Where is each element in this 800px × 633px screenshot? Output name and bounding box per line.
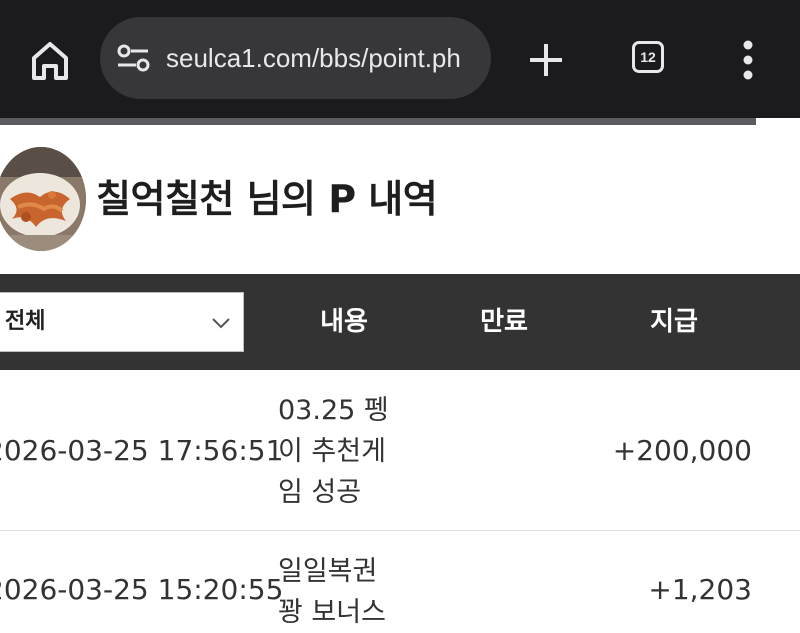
url-text[interactable]: seulca1.com/bbs/point.ph xyxy=(166,17,486,99)
page-title: 칠억칠천 님의 P 내역 xyxy=(96,177,438,221)
column-header-expiry: 만료 xyxy=(480,307,528,337)
avatar xyxy=(0,147,86,251)
chevron-down-icon xyxy=(211,315,231,329)
column-header-amount: 지급 xyxy=(650,307,698,337)
row-amount: +200,000 xyxy=(612,434,752,467)
row-amount: +1,203 xyxy=(648,573,752,606)
site-settings-icon[interactable] xyxy=(116,43,152,75)
address-bar[interactable]: seulca1.com/bbs/point.ph xyxy=(100,17,491,99)
row-content: 03.25 펭이 추천게임 성공 xyxy=(278,395,389,508)
row-date: 2026-03-25 17:56:51 xyxy=(0,434,284,467)
row-content: 일일복권 꽝 보너스 xyxy=(278,556,386,628)
more-menu-icon[interactable] xyxy=(736,40,760,80)
row-date: 2026-03-25 15:20:55 xyxy=(0,573,284,606)
column-header-content: 내용 xyxy=(320,307,368,337)
home-icon[interactable] xyxy=(24,36,76,84)
filter-select[interactable]: 전체 xyxy=(0,292,244,352)
tab-switcher-button[interactable]: 12 xyxy=(632,41,664,73)
page-load-strip xyxy=(0,118,756,125)
filter-select-value: 전체 xyxy=(5,309,46,334)
new-tab-icon[interactable] xyxy=(524,36,568,84)
browser-toolbar: seulca1.com/bbs/point.ph 12 xyxy=(0,0,800,118)
row-divider xyxy=(0,530,800,531)
